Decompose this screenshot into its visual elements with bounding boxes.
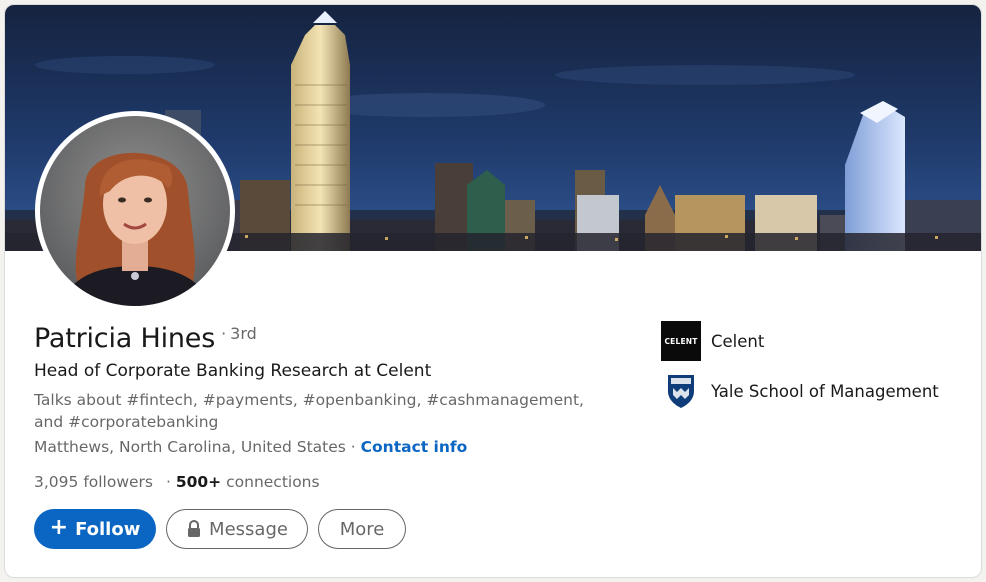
plus-icon: +	[49, 515, 69, 540]
contact-info-link[interactable]: Contact info	[361, 438, 468, 456]
message-button[interactable]: Message	[166, 509, 308, 549]
location-separator: ·	[345, 438, 361, 456]
company-name: Celent	[711, 331, 765, 351]
followers-label: followers	[83, 473, 154, 491]
profile-name: Patricia Hines	[34, 323, 216, 354]
yale-shield-logo	[661, 371, 701, 411]
connections-separator: ·	[165, 473, 171, 491]
profile-actions: + Follow Message More	[34, 509, 406, 549]
talks-about: Talks about #fintech, #payments, #openba…	[34, 391, 584, 431]
more-button[interactable]: More	[318, 509, 406, 549]
profile-name-row: Patricia Hines · 3rd	[34, 323, 257, 354]
follow-button[interactable]: + Follow	[34, 509, 156, 549]
connections-label: connections	[226, 473, 320, 491]
profile-headline: Head of Corporate Banking Research at Ce…	[34, 361, 432, 381]
current-company-link[interactable]: CELENT Celent	[661, 320, 939, 362]
followers-number: 3,095	[34, 473, 79, 491]
profile-avatar[interactable]	[35, 111, 235, 311]
connections-count: 500+ connections	[176, 473, 320, 491]
location-row: Matthews, North Carolina, United States …	[34, 438, 467, 456]
location-text: Matthews, North Carolina, United States	[34, 438, 346, 456]
experience-education-links: CELENT Celent Yale School of Management	[661, 320, 939, 420]
message-label: Message	[209, 518, 288, 540]
connection-degree: · 3rd	[221, 324, 257, 343]
school-name: Yale School of Management	[711, 381, 939, 401]
more-label: More	[339, 518, 385, 540]
celent-logo: CELENT	[661, 321, 701, 361]
degree-label: 3rd	[230, 324, 257, 343]
profile-card: Patricia Hines · 3rd Head of Corporate Ba…	[4, 4, 982, 578]
network-stats: 3,095 followers · 500+ connections	[34, 473, 320, 491]
degree-dot: ·	[221, 324, 227, 343]
lock-icon	[188, 520, 201, 537]
education-link[interactable]: Yale School of Management	[661, 370, 939, 412]
celent-logo-text: CELENT	[664, 336, 698, 346]
follow-label: Follow	[75, 518, 141, 540]
connections-number: 500+	[175, 473, 222, 491]
followers-count[interactable]: 3,095 followers	[34, 473, 153, 491]
